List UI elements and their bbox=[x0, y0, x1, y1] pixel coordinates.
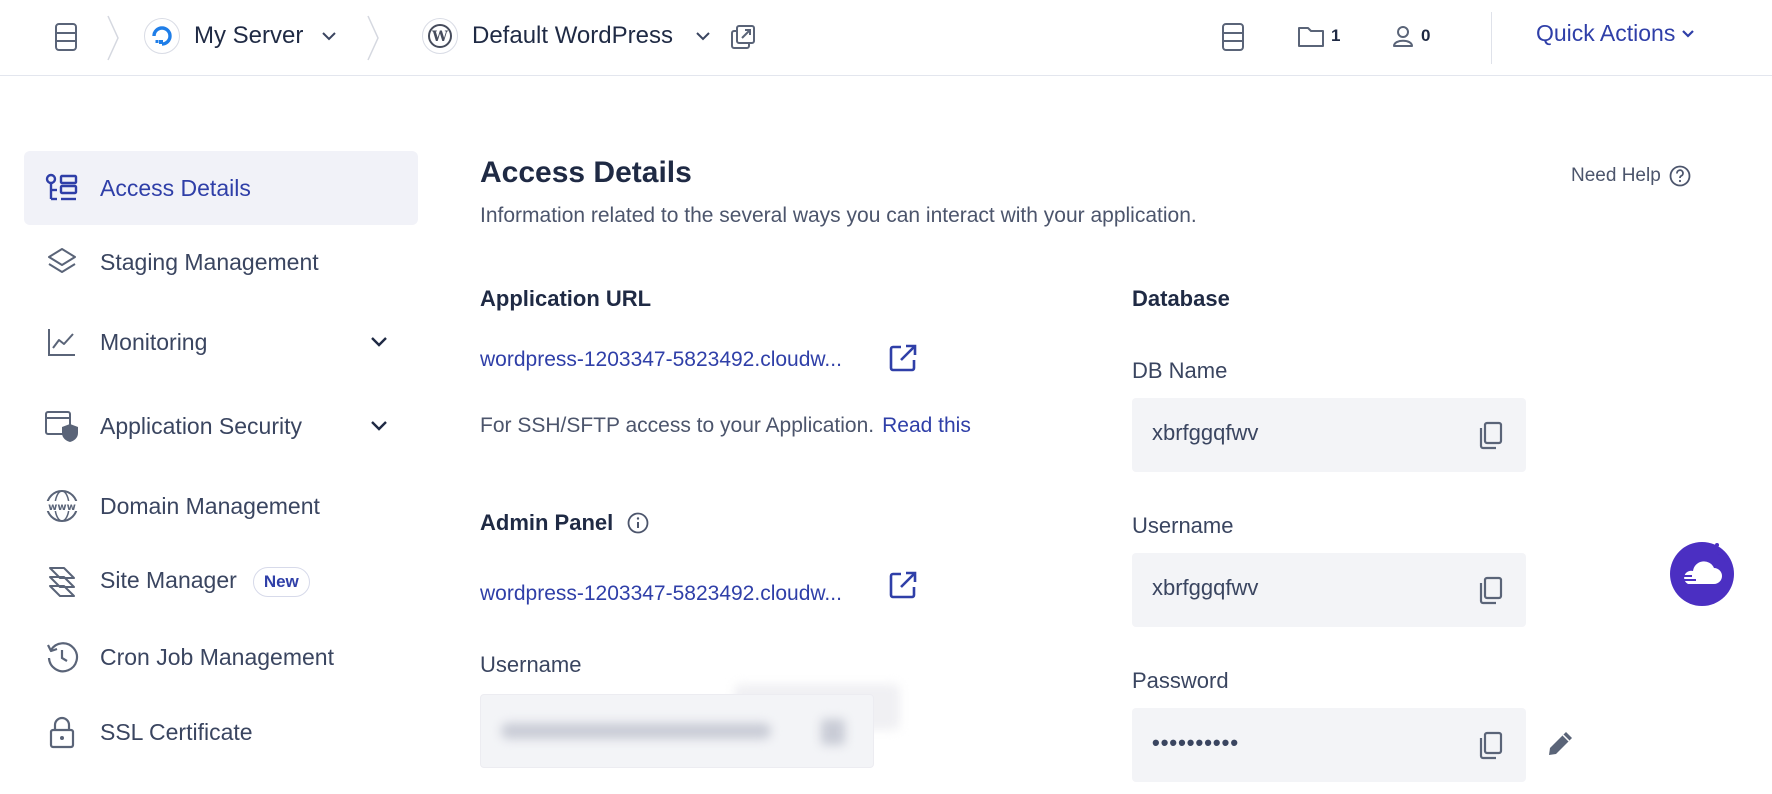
server-list-icon[interactable] bbox=[52, 22, 80, 52]
quick-actions-button[interactable]: Quick Actions bbox=[1536, 20, 1695, 47]
digitalocean-icon bbox=[144, 18, 180, 54]
db-password-field: •••••••••• bbox=[1132, 708, 1526, 782]
chevron-down-icon bbox=[696, 32, 710, 41]
chat-widget-button[interactable] bbox=[1670, 542, 1734, 606]
application-url-link[interactable]: wordpress-1203347-5823492.cloudw... bbox=[480, 348, 842, 372]
sidebar-item-label: Monitoring bbox=[100, 328, 208, 355]
copy-icon[interactable] bbox=[1476, 730, 1504, 760]
server-selector[interactable]: My Server bbox=[144, 18, 337, 54]
access-details-icon bbox=[44, 170, 80, 206]
top-bar: My Server W Default WordPress 1 0 Quick … bbox=[0, 0, 1772, 76]
db-name-label: DB Name bbox=[1132, 358, 1228, 383]
database-heading: Database bbox=[1132, 286, 1230, 312]
need-help-link[interactable]: Need Help bbox=[1571, 165, 1691, 187]
team-members-count[interactable]: 0 bbox=[1391, 24, 1430, 48]
sidebar-item-application-security[interactable]: Application Security bbox=[24, 389, 418, 463]
copy-icon[interactable] bbox=[1476, 420, 1504, 450]
section-title: Application URL bbox=[480, 286, 652, 311]
sidebar-item-staging-management[interactable]: Staging Management bbox=[24, 225, 418, 299]
app-selector[interactable]: W Default WordPress bbox=[422, 18, 711, 54]
app-name: Default WordPress bbox=[472, 22, 673, 49]
copy-icon[interactable] bbox=[1476, 575, 1504, 605]
ssh-text: For SSH/SFTP access to your Application. bbox=[480, 414, 875, 437]
db-username-value: xbrfggqfwv bbox=[1152, 575, 1259, 600]
page-title: Access Details bbox=[480, 156, 692, 189]
db-name-value: xbrfggqfwv bbox=[1152, 420, 1259, 445]
admin-panel-url-link[interactable]: wordpress-1203347-5823492.cloudw... bbox=[480, 582, 842, 606]
new-badge: New bbox=[252, 567, 310, 597]
breadcrumb-separator-icon bbox=[107, 15, 119, 61]
db-password-value: •••••••••• bbox=[1152, 730, 1240, 755]
folder-count: 1 bbox=[1331, 26, 1341, 45]
chevron-down-icon bbox=[322, 32, 337, 41]
admin-panel-heading: Admin Panel bbox=[480, 510, 649, 536]
application-url-heading: Application URL bbox=[480, 286, 651, 312]
sidebar-item-label: Site Manager New bbox=[100, 567, 310, 597]
divider bbox=[1491, 12, 1492, 64]
sidebar-item-label: SSL Certificate bbox=[100, 718, 253, 745]
db-username-label: Username bbox=[1132, 513, 1234, 538]
admin-username-field[interactable] bbox=[480, 694, 874, 768]
sidebar-item-label: Application Security bbox=[100, 412, 302, 439]
cloud-icon bbox=[1680, 543, 1728, 584]
sidebar-item-label: Domain Management bbox=[100, 492, 320, 519]
external-link-icon[interactable] bbox=[888, 343, 918, 373]
open-external-icon[interactable] bbox=[730, 24, 756, 50]
svg-text:W: W bbox=[431, 29, 448, 45]
section-title: Database bbox=[1132, 286, 1230, 311]
sidebar-item-domain-management[interactable]: www Domain Management bbox=[24, 469, 418, 543]
user-count: 0 bbox=[1421, 26, 1431, 45]
section-title: Admin Panel bbox=[480, 510, 614, 535]
admin-username-label: Username bbox=[480, 652, 582, 677]
applications-count[interactable]: 1 bbox=[1297, 24, 1340, 48]
layers-icon bbox=[44, 244, 80, 280]
page-description: Information related to the several ways … bbox=[480, 204, 1197, 227]
quick-actions-label: Quick Actions bbox=[1536, 20, 1676, 46]
site-manager-icon bbox=[44, 564, 80, 600]
breadcrumb-separator-icon bbox=[367, 15, 379, 61]
sidebar-item-site-manager[interactable]: Site Manager New bbox=[24, 545, 418, 619]
shield-icon bbox=[44, 408, 80, 444]
ssh-info: For SSH/SFTP access to your Application.… bbox=[480, 414, 971, 438]
db-name-field: xbrfggqfwv bbox=[1132, 398, 1526, 472]
sidebar-item-label: Staging Management bbox=[100, 248, 319, 275]
chart-icon bbox=[44, 324, 80, 360]
sidebar-item-monitoring[interactable]: Monitoring bbox=[24, 305, 418, 379]
servers-icon[interactable] bbox=[1221, 22, 1245, 52]
chevron-down-icon bbox=[371, 421, 387, 431]
db-username-field: xbrfggqfwv bbox=[1132, 553, 1526, 627]
user-icon bbox=[1393, 26, 1413, 47]
read-this-link[interactable]: Read this bbox=[882, 414, 971, 437]
sidebar-item-label: Cron Job Management bbox=[100, 643, 334, 670]
sidebar-item-label: Access Details bbox=[100, 174, 251, 201]
help-icon bbox=[1669, 165, 1691, 187]
folder-icon bbox=[1298, 27, 1324, 47]
sidebar-item-ssl-certificate[interactable]: SSL Certificate bbox=[24, 695, 418, 769]
www-icon: www bbox=[44, 488, 80, 524]
external-link-icon[interactable] bbox=[888, 570, 918, 600]
svg-text:www: www bbox=[48, 502, 76, 513]
wordpress-icon: W bbox=[422, 18, 458, 54]
server-name: My Server bbox=[194, 22, 304, 49]
obscured-value bbox=[501, 723, 771, 739]
need-help-label: Need Help bbox=[1571, 165, 1661, 186]
sidebar-item-cron-job-management[interactable]: Cron Job Management bbox=[24, 620, 418, 694]
sidebar-item-text: Site Manager bbox=[100, 567, 237, 594]
chevron-down-icon bbox=[1682, 29, 1695, 38]
copy-icon bbox=[821, 719, 845, 745]
edit-pencil-icon[interactable] bbox=[1545, 727, 1577, 759]
info-icon[interactable] bbox=[627, 512, 649, 534]
sidebar-item-access-details[interactable]: Access Details bbox=[24, 151, 418, 225]
history-icon bbox=[44, 639, 80, 675]
db-password-label: Password bbox=[1132, 668, 1229, 693]
chevron-down-icon bbox=[371, 337, 387, 347]
lock-icon bbox=[44, 714, 80, 750]
